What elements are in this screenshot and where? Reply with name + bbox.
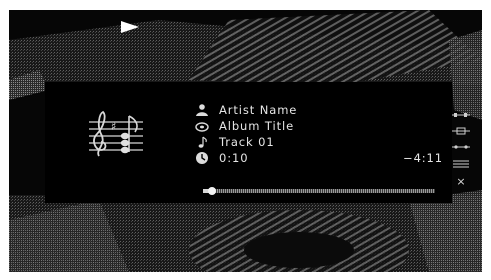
track-row: Track 01 — [195, 134, 445, 150]
repeat-icon[interactable] — [447, 110, 475, 120]
play-icon — [121, 21, 139, 33]
now-playing-panel: ♯ Artist Name Album Title Track 01 0:10 … — [45, 82, 452, 203]
clock-icon — [195, 151, 209, 165]
shuffle-icon[interactable] — [447, 126, 475, 136]
remaining-time: −4:11 — [403, 151, 443, 165]
album-icon — [195, 119, 209, 133]
album-title: Album Title — [219, 119, 295, 133]
artist-name: Artist Name — [219, 103, 298, 117]
music-note-icon — [195, 135, 209, 149]
list-icon[interactable] — [447, 158, 475, 170]
side-controls: × — [447, 110, 475, 190]
track-title: Track 01 — [219, 135, 275, 149]
svg-text:♯: ♯ — [111, 120, 116, 133]
progress-knob[interactable] — [208, 187, 217, 195]
sheet-music-icon: ♯ — [89, 110, 143, 157]
media-player-screen: ♯ Artist Name Album Title Track 01 0:10 … — [9, 10, 482, 272]
equalizer-icon[interactable] — [447, 142, 475, 152]
artist-icon — [195, 103, 209, 117]
artist-row: Artist Name — [195, 102, 445, 118]
track-info: Artist Name Album Title Track 01 0:10 −4… — [195, 102, 445, 166]
album-row: Album Title — [195, 118, 445, 134]
close-icon[interactable]: × — [447, 175, 475, 188]
time-row: 0:10 −4:11 — [195, 150, 445, 166]
elapsed-time: 0:10 — [219, 151, 249, 165]
progress-bar[interactable] — [203, 187, 435, 195]
